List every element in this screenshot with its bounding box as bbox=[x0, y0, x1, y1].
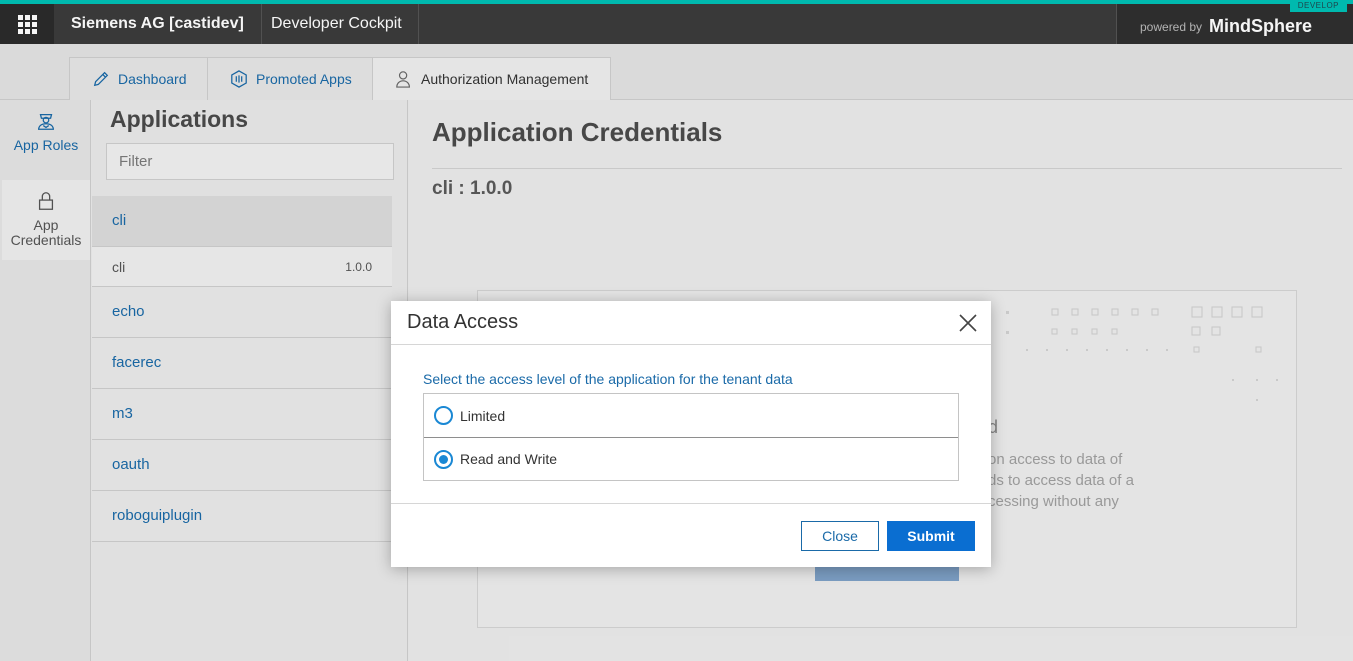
access-level-options: Limited Read and Write bbox=[423, 393, 959, 481]
radio-dot bbox=[439, 454, 448, 464]
radio-unselected[interactable] bbox=[434, 406, 453, 425]
data-access-dialog: Data Access Select the access level of t… bbox=[391, 301, 991, 567]
close-icon[interactable] bbox=[959, 314, 977, 332]
dialog-header: Data Access bbox=[391, 301, 991, 345]
option-read-and-write[interactable]: Read and Write bbox=[424, 437, 958, 480]
access-level-prompt: Select the access level of the applicati… bbox=[423, 371, 793, 387]
dialog-title: Data Access bbox=[407, 311, 519, 333]
dialog-footer-divider bbox=[391, 503, 991, 504]
option-limited[interactable]: Limited bbox=[424, 394, 958, 437]
radio-selected[interactable] bbox=[434, 449, 453, 469]
close-button[interactable]: Close bbox=[801, 521, 879, 551]
option-label: Limited bbox=[460, 407, 506, 424]
option-label: Read and Write bbox=[460, 451, 558, 467]
submit-button[interactable]: Submit bbox=[887, 521, 975, 551]
